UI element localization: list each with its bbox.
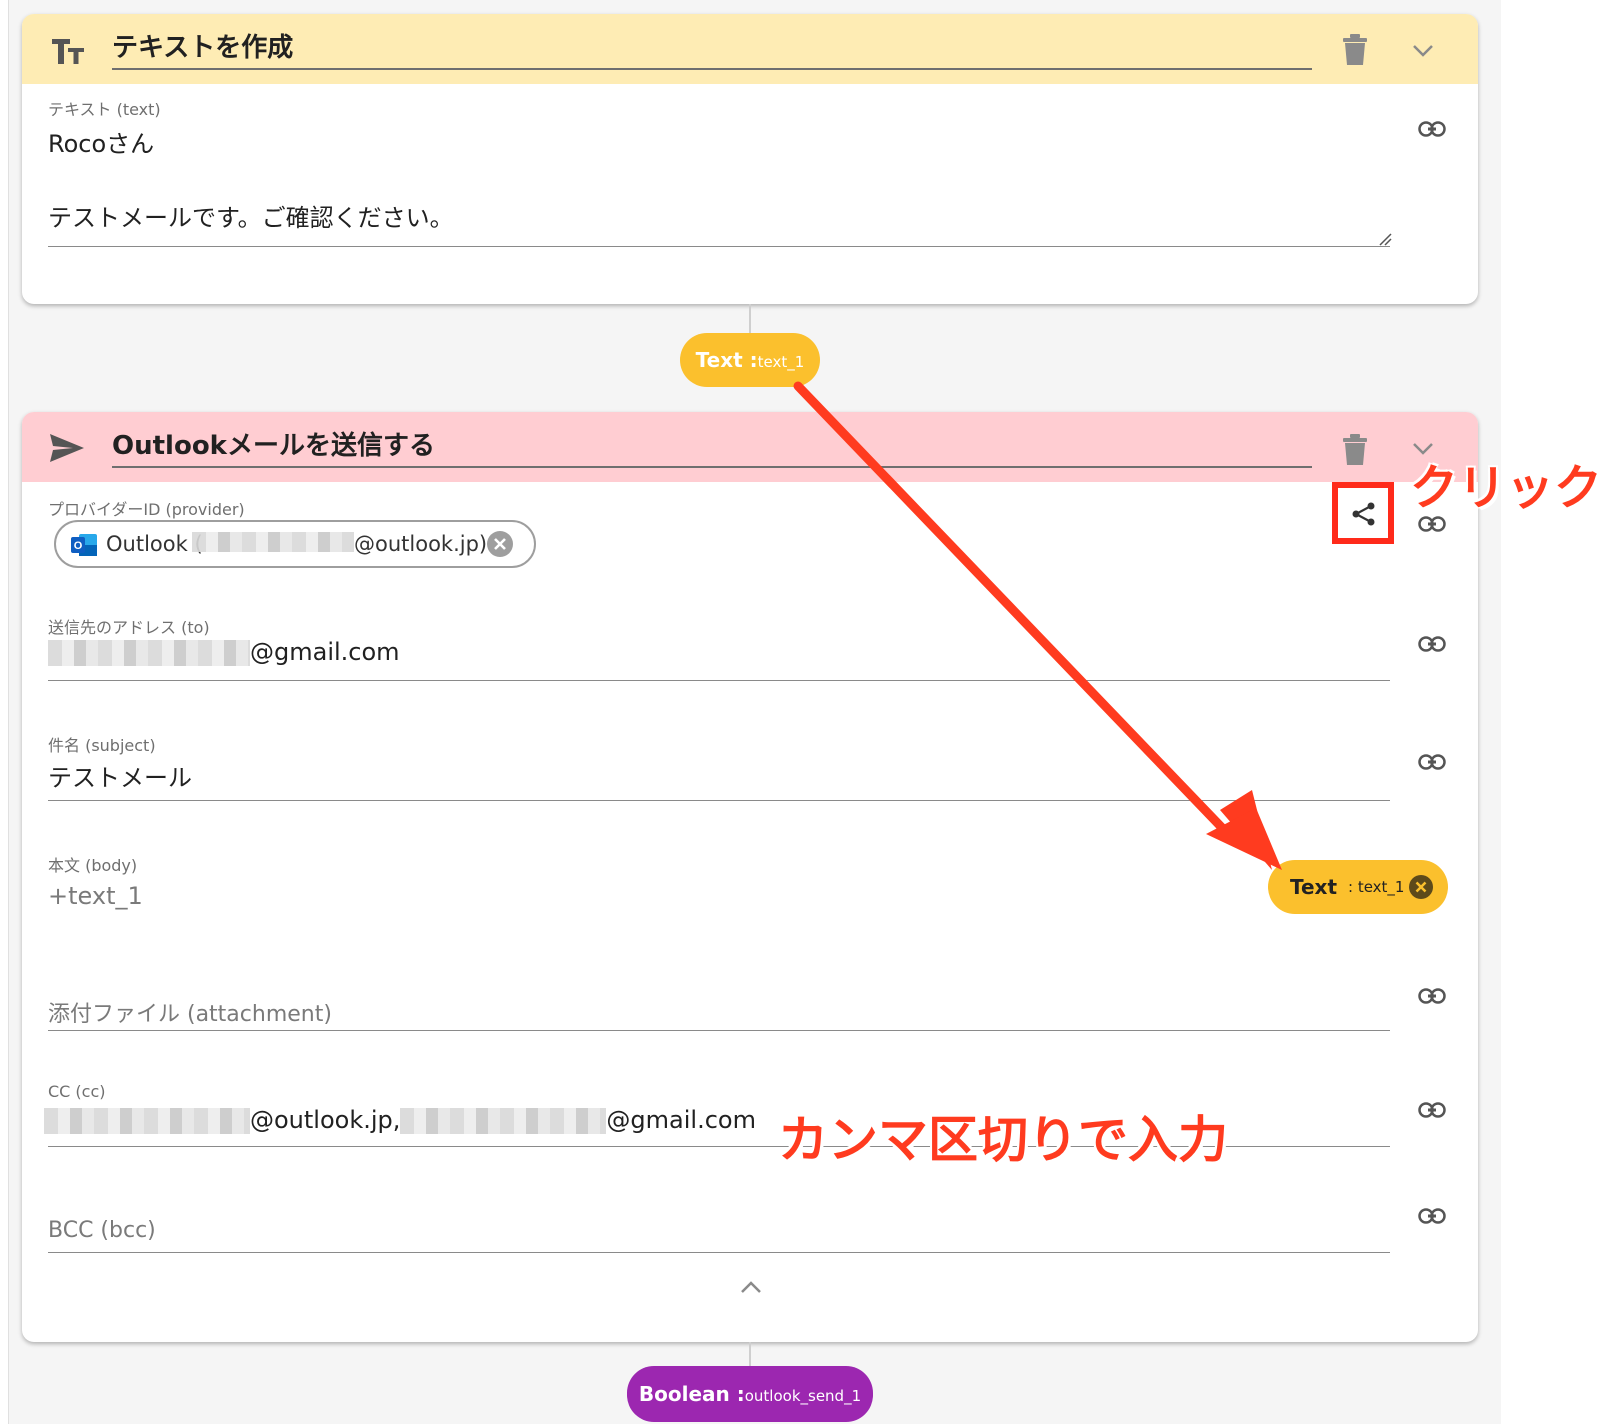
annotation-click: クリック [1410,460,1603,516]
annotation-arrow [793,381,1282,870]
annotation-comma: カンマ区切りで入力 [778,1111,1228,1169]
